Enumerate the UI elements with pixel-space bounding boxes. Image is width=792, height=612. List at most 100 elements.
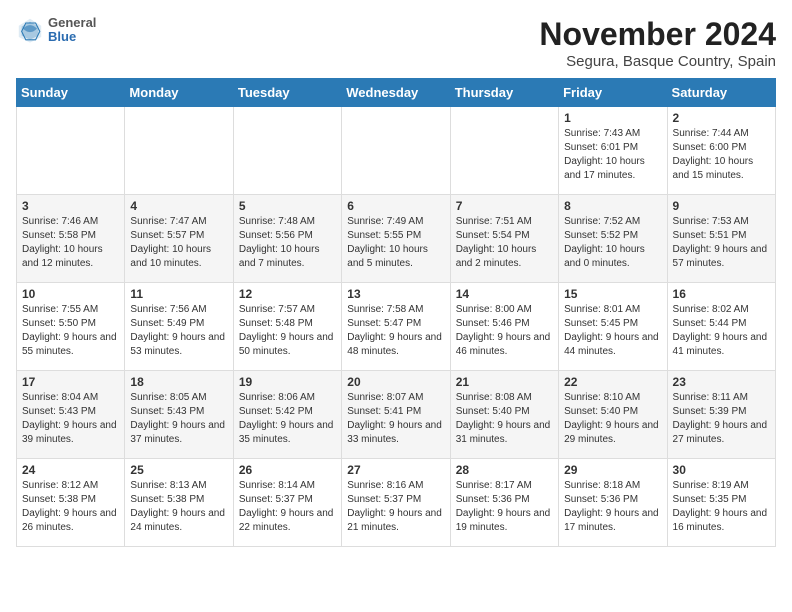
day-info: Sunrise: 7:46 AM Sunset: 5:58 PM Dayligh… — [22, 215, 119, 271]
day-info: Sunrise: 7:47 AM Sunset: 5:57 PM Dayligh… — [130, 215, 227, 271]
calendar-week-row: 17 Sunrise: 8:04 AM Sunset: 5:43 PM Dayli… — [17, 371, 776, 459]
calendar-cell: 23Sunrise: 8:11 AM Sunset: 5:39 PM Dayli… — [667, 371, 775, 459]
calendar-cell: 20 Sunrise: 8:07 AM Sunset: 5:41 PM Dayli… — [342, 371, 450, 459]
day-info: Sunrise: 8:08 AM Sunset: 5:40 PM Dayligh… — [456, 391, 553, 447]
day-number: 14 — [456, 287, 553, 301]
day-info: Sunrise: 7:48 AM Sunset: 5:56 PM Dayligh… — [239, 215, 336, 271]
day-number: 24 — [22, 463, 119, 477]
day-info: Sunrise: 7:43 AM Sunset: 6:01 PM Dayligh… — [564, 127, 661, 183]
day-info: Sunrise: 8:13 AM Sunset: 5:38 PM Dayligh… — [130, 479, 227, 535]
day-number: 12 — [239, 287, 336, 301]
header-monday: Monday — [125, 79, 233, 107]
day-number: 22 — [564, 375, 661, 389]
calendar-cell: 28 Sunrise: 8:17 AM Sunset: 5:36 PM Dayli… — [450, 459, 558, 547]
day-info: Sunrise: 8:10 AM Sunset: 5:40 PM Dayligh… — [564, 391, 661, 447]
logo-text: General Blue — [48, 16, 96, 45]
title-area: November 2024 Segura, Basque Country, Sp… — [539, 16, 776, 70]
day-info: Sunrise: 7:52 AM Sunset: 5:52 PM Dayligh… — [564, 215, 661, 271]
calendar-table: SundayMondayTuesdayWednesdayThursdayFrid… — [16, 78, 776, 547]
location-text: Segura, Basque Country, Spain — [539, 53, 776, 70]
calendar-cell: 15Sunrise: 8:01 AM Sunset: 5:45 PM Dayli… — [559, 283, 667, 371]
day-number: 7 — [456, 199, 553, 213]
day-info: Sunrise: 8:06 AM Sunset: 5:42 PM Dayligh… — [239, 391, 336, 447]
calendar-week-row: 24 Sunrise: 8:12 AM Sunset: 5:38 PM Dayli… — [17, 459, 776, 547]
day-number: 11 — [130, 287, 227, 301]
day-number: 4 — [130, 199, 227, 213]
calendar-cell: 19 Sunrise: 8:06 AM Sunset: 5:42 PM Dayli… — [233, 371, 341, 459]
day-number: 30 — [673, 463, 770, 477]
day-info: Sunrise: 8:17 AM Sunset: 5:36 PM Dayligh… — [456, 479, 553, 535]
header-saturday: Saturday — [667, 79, 775, 107]
calendar-cell: 22 Sunrise: 8:10 AM Sunset: 5:40 PM Dayli… — [559, 371, 667, 459]
day-number: 5 — [239, 199, 336, 213]
calendar-cell: 16Sunrise: 8:02 AM Sunset: 5:44 PM Dayli… — [667, 283, 775, 371]
month-title: November 2024 — [539, 16, 776, 53]
day-info: Sunrise: 8:04 AM Sunset: 5:43 PM Dayligh… — [22, 391, 119, 447]
calendar-cell: 4 Sunrise: 7:47 AM Sunset: 5:57 PM Daylig… — [125, 195, 233, 283]
day-number: 27 — [347, 463, 444, 477]
day-info: Sunrise: 7:49 AM Sunset: 5:55 PM Dayligh… — [347, 215, 444, 271]
day-info: Sunrise: 8:07 AM Sunset: 5:41 PM Dayligh… — [347, 391, 444, 447]
calendar-cell: 25 Sunrise: 8:13 AM Sunset: 5:38 PM Dayli… — [125, 459, 233, 547]
day-number: 23 — [673, 375, 770, 389]
calendar-cell: 14 Sunrise: 8:00 AM Sunset: 5:46 PM Dayli… — [450, 283, 558, 371]
logo-blue-text: Blue — [48, 30, 96, 44]
day-info: Sunrise: 8:02 AM Sunset: 5:44 PM Dayligh… — [673, 303, 770, 359]
day-info: Sunrise: 7:57 AM Sunset: 5:48 PM Dayligh… — [239, 303, 336, 359]
day-info: Sunrise: 7:58 AM Sunset: 5:47 PM Dayligh… — [347, 303, 444, 359]
calendar-cell: 9 Sunrise: 7:53 AM Sunset: 5:51 PM Daylig… — [667, 195, 775, 283]
calendar-header-row: SundayMondayTuesdayWednesdayThursdayFrid… — [17, 79, 776, 107]
logo-general-text: General — [48, 16, 96, 30]
calendar-cell: 3Sunrise: 7:46 AM Sunset: 5:58 PM Daylig… — [17, 195, 125, 283]
day-number: 1 — [564, 111, 661, 125]
day-info: Sunrise: 7:53 AM Sunset: 5:51 PM Dayligh… — [673, 215, 770, 271]
calendar-cell: 6Sunrise: 7:49 AM Sunset: 5:55 PM Daylig… — [342, 195, 450, 283]
day-number: 19 — [239, 375, 336, 389]
day-number: 29 — [564, 463, 661, 477]
header-wednesday: Wednesday — [342, 79, 450, 107]
calendar-cell — [450, 107, 558, 195]
day-info: Sunrise: 8:18 AM Sunset: 5:36 PM Dayligh… — [564, 479, 661, 535]
day-info: Sunrise: 8:12 AM Sunset: 5:38 PM Dayligh… — [22, 479, 119, 535]
day-number: 10 — [22, 287, 119, 301]
day-info: Sunrise: 8:05 AM Sunset: 5:43 PM Dayligh… — [130, 391, 227, 447]
day-number: 2 — [673, 111, 770, 125]
calendar-cell: 21 Sunrise: 8:08 AM Sunset: 5:40 PM Dayli… — [450, 371, 558, 459]
calendar-cell: 24 Sunrise: 8:12 AM Sunset: 5:38 PM Dayli… — [17, 459, 125, 547]
calendar-cell: 5 Sunrise: 7:48 AM Sunset: 5:56 PM Daylig… — [233, 195, 341, 283]
header-friday: Friday — [559, 79, 667, 107]
calendar-week-row: 1 Sunrise: 7:43 AM Sunset: 6:01 PM Daylig… — [17, 107, 776, 195]
day-number: 17 — [22, 375, 119, 389]
day-info: Sunrise: 8:01 AM Sunset: 5:45 PM Dayligh… — [564, 303, 661, 359]
calendar-cell: 2 Sunrise: 7:44 AM Sunset: 6:00 PM Daylig… — [667, 107, 775, 195]
calendar-cell: 18 Sunrise: 8:05 AM Sunset: 5:43 PM Dayli… — [125, 371, 233, 459]
day-number: 9 — [673, 199, 770, 213]
day-info: Sunrise: 8:00 AM Sunset: 5:46 PM Dayligh… — [456, 303, 553, 359]
day-number: 28 — [456, 463, 553, 477]
calendar-cell — [17, 107, 125, 195]
calendar-cell: 12 Sunrise: 7:57 AM Sunset: 5:48 PM Dayli… — [233, 283, 341, 371]
header-sunday: Sunday — [17, 79, 125, 107]
day-info: Sunrise: 7:56 AM Sunset: 5:49 PM Dayligh… — [130, 303, 227, 359]
calendar-cell: 27 Sunrise: 8:16 AM Sunset: 5:37 PM Dayli… — [342, 459, 450, 547]
calendar-cell: 11 Sunrise: 7:56 AM Sunset: 5:49 PM Dayli… — [125, 283, 233, 371]
day-number: 20 — [347, 375, 444, 389]
page-header: General Blue November 2024 Segura, Basqu… — [16, 16, 776, 70]
day-number: 18 — [130, 375, 227, 389]
day-number: 8 — [564, 199, 661, 213]
calendar-cell: 13Sunrise: 7:58 AM Sunset: 5:47 PM Dayli… — [342, 283, 450, 371]
logo: General Blue — [16, 16, 96, 45]
day-info: Sunrise: 7:51 AM Sunset: 5:54 PM Dayligh… — [456, 215, 553, 271]
day-number: 21 — [456, 375, 553, 389]
calendar-cell — [125, 107, 233, 195]
calendar-cell — [342, 107, 450, 195]
calendar-cell: 8 Sunrise: 7:52 AM Sunset: 5:52 PM Daylig… — [559, 195, 667, 283]
calendar-week-row: 3Sunrise: 7:46 AM Sunset: 5:58 PM Daylig… — [17, 195, 776, 283]
day-number: 25 — [130, 463, 227, 477]
calendar-cell: 7 Sunrise: 7:51 AM Sunset: 5:54 PM Daylig… — [450, 195, 558, 283]
calendar-cell: 17 Sunrise: 8:04 AM Sunset: 5:43 PM Dayli… — [17, 371, 125, 459]
day-info: Sunrise: 7:44 AM Sunset: 6:00 PM Dayligh… — [673, 127, 770, 183]
day-info: Sunrise: 8:16 AM Sunset: 5:37 PM Dayligh… — [347, 479, 444, 535]
day-info: Sunrise: 8:19 AM Sunset: 5:35 PM Dayligh… — [673, 479, 770, 535]
logo-icon — [16, 16, 44, 44]
